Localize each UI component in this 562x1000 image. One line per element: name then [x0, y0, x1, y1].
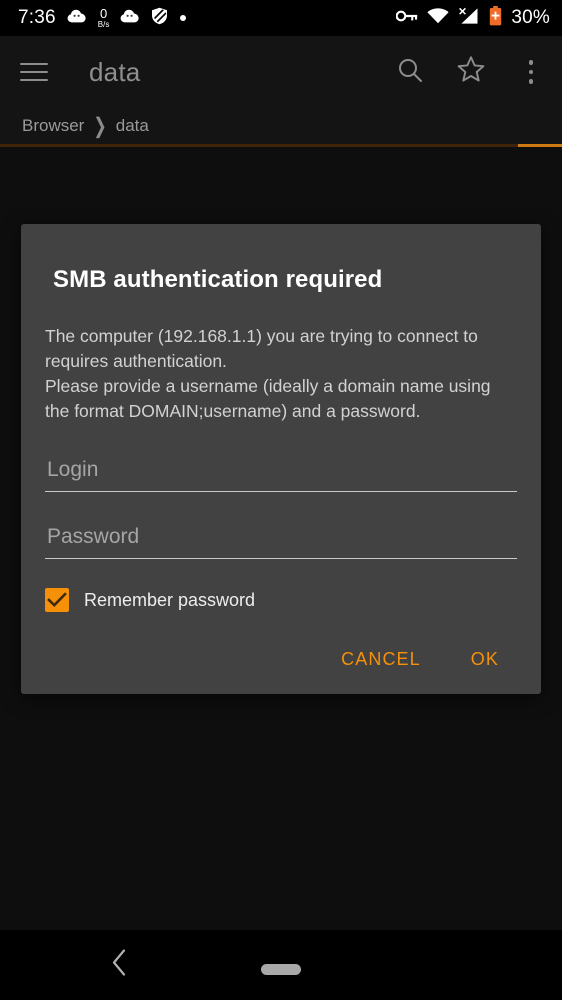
battery-percent-label: 30%	[511, 7, 550, 28]
remember-password-checkbox[interactable]	[45, 588, 69, 612]
breadcrumb: Browser ❯ data	[0, 108, 562, 144]
hamburger-menu-icon[interactable]	[20, 56, 52, 88]
cancel-button[interactable]: CANCEL	[327, 639, 435, 680]
remember-password-label: Remember password	[84, 589, 256, 610]
password-field-wrapper	[45, 525, 517, 559]
chevron-right-icon: ❯	[93, 115, 107, 139]
vpn-key-icon	[396, 9, 418, 28]
status-clock: 7:36	[18, 7, 56, 28]
system-navigation-bar	[0, 930, 562, 1000]
login-field-wrapper	[45, 458, 517, 492]
status-bar-right: 30%	[396, 5, 550, 31]
status-bar-left: 7:36 0 B/s	[18, 7, 396, 30]
dialog-title: SMB authentication required	[53, 266, 383, 293]
breadcrumb-item-browser[interactable]: Browser	[22, 116, 84, 136]
dialog-actions: CANCEL OK	[45, 639, 517, 680]
overflow-menu-icon[interactable]	[518, 57, 544, 87]
battery-icon	[489, 5, 502, 31]
dot-icon	[179, 9, 187, 27]
back-icon[interactable]	[110, 948, 130, 983]
cell-signal-no-sim-icon	[458, 7, 480, 30]
network-speed-value: 0	[99, 6, 108, 21]
network-speed-icon: 0 B/s	[98, 7, 110, 29]
search-icon[interactable]	[396, 56, 424, 89]
page-title: data	[89, 56, 141, 87]
star-icon[interactable]	[456, 55, 486, 89]
breadcrumb-item-data[interactable]: data	[116, 116, 149, 136]
cloud-icon	[120, 8, 140, 29]
app-bar: data	[0, 36, 562, 108]
cloud-icon	[67, 8, 87, 29]
smb-authentication-dialog: SMB authentication required The computer…	[21, 224, 541, 694]
login-input[interactable]	[45, 458, 517, 492]
wifi-icon	[427, 7, 449, 29]
remember-password-row[interactable]: Remember password	[45, 588, 517, 612]
ok-button[interactable]: OK	[457, 639, 513, 680]
password-input[interactable]	[45, 525, 517, 559]
home-gesture-pill[interactable]	[261, 964, 301, 975]
shield-icon	[151, 7, 168, 30]
app-bar-actions	[396, 55, 544, 89]
dialog-message: The computer (192.168.1.1) you are tryin…	[45, 326, 491, 421]
phone-screen: 7:36 0 B/s 30% data Browser ❯ data SMB a…	[0, 0, 562, 1000]
status-bar: 7:36 0 B/s 30%	[0, 0, 562, 36]
network-speed-unit: B/s	[97, 20, 110, 29]
